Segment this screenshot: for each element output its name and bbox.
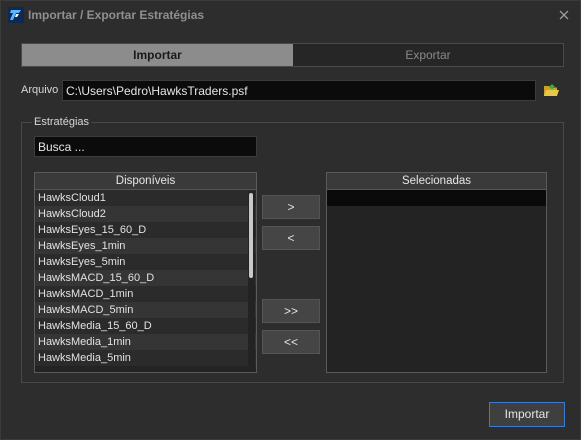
app-logo-icon [8,7,24,23]
tab-bar: Importar Exportar [21,43,564,67]
list-item[interactable]: HawksMedia_1min [35,334,256,350]
file-path-input[interactable] [62,80,536,101]
list-item[interactable]: HawksCloud2 [35,206,256,222]
title-bar: Importar / Exportar Estratégias [1,1,580,30]
search-input[interactable] [34,136,257,157]
add-button[interactable]: > [262,195,320,219]
list-item[interactable]: HawksEyes_5min [35,254,256,270]
close-icon[interactable] [554,5,574,25]
remove-button[interactable]: < [262,226,320,250]
file-label: Arquivo [21,84,59,96]
list-item[interactable]: HawksMACD_15_60_D [35,270,256,286]
list-item[interactable]: HawksEyes_1min [35,238,256,254]
window-title: Importar / Exportar Estratégias [28,8,205,22]
list-item[interactable]: HawksMACD_5min [35,302,256,318]
tab-exportar[interactable]: Exportar [293,44,563,66]
list-item[interactable]: HawksEyes_15_60_D [35,222,256,238]
tab-importar[interactable]: Importar [22,44,293,66]
list-item[interactable]: HawksCloud1 [35,190,256,206]
available-list-scrollbar[interactable] [248,191,255,372]
list-item[interactable]: HawksMedia_15_60_D [35,318,256,334]
folder-open-icon[interactable] [543,83,560,99]
remove-all-button[interactable]: << [262,330,320,354]
selected-list-row[interactable] [327,190,546,206]
available-list-header: Disponíveis [35,173,256,190]
available-list-body: HawksCloud1 HawksCloud2 HawksEyes_15_60_… [35,190,256,366]
list-item[interactable]: HawksMedia_5min [35,350,256,366]
scroll-thumb[interactable] [249,193,253,278]
add-all-button[interactable]: >> [262,299,320,323]
list-item[interactable]: HawksMACD_1min [35,286,256,302]
selected-list-header: Selecionadas [327,173,546,190]
import-export-dialog: Importar / Exportar Estratégias Importar… [0,0,581,440]
selected-list[interactable]: Selecionadas [326,172,547,373]
strategies-group-title: Estratégias [32,116,92,128]
available-list[interactable]: Disponíveis HawksCloud1 HawksCloud2 Hawk… [34,172,257,373]
import-button[interactable]: Importar [489,402,565,427]
